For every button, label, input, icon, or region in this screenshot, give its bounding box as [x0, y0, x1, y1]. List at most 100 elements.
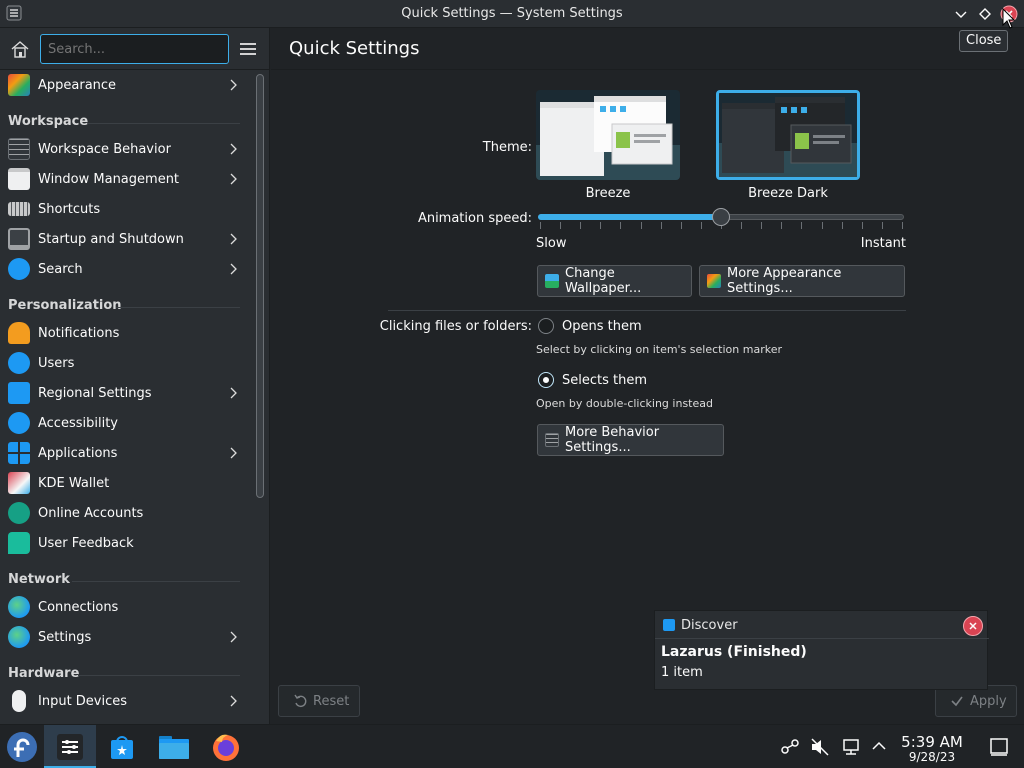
minimize-button[interactable] [952, 5, 970, 23]
more-appearance-settings-button[interactable]: More Appearance Settings... [699, 265, 905, 297]
slider-tick [660, 222, 662, 229]
keyboard-icon [8, 202, 30, 216]
workspace-behavior-icon [545, 433, 559, 447]
wired-network-icon[interactable] [842, 738, 862, 756]
selects-them-label: Selects them [562, 373, 648, 388]
button-label: More Appearance Settings... [727, 266, 842, 296]
search-icon [8, 258, 30, 280]
sidebar-item-connections[interactable]: Connections [0, 592, 250, 622]
sidebar-item-label: Appearance [38, 77, 117, 93]
theme-breeze-card[interactable] [536, 90, 680, 180]
chevron-down-icon [955, 11, 967, 18]
chevron-right-icon [230, 631, 237, 643]
sidebar-item-workspace-behavior[interactable]: Workspace Behavior [0, 134, 250, 164]
section-personalization: Personalization [8, 298, 240, 313]
slider-tick [841, 222, 843, 229]
sidebar-item-input-devices[interactable]: Input Devices [0, 686, 250, 716]
reset-button[interactable]: Reset [278, 685, 360, 717]
bell-icon [8, 322, 30, 344]
theme-breeze-label: Breeze [585, 186, 631, 201]
clock-time[interactable]: 5:39 AM [892, 733, 972, 751]
clock-date[interactable]: 9/28/23 [892, 750, 972, 764]
sidebar-item-label: Accessibility [38, 415, 118, 431]
button-label: Apply [970, 693, 1007, 709]
sidebar-item-label: Window Management [38, 171, 180, 187]
sidebar-item-shortcuts[interactable]: Shortcuts [0, 194, 250, 224]
theme-breeze-dark-card[interactable] [716, 90, 860, 180]
chevron-right-icon [230, 233, 237, 245]
chevron-up-icon[interactable] [872, 740, 886, 752]
notification-title: Lazarus (Finished) [661, 644, 807, 660]
radio-selects-them[interactable] [538, 372, 554, 388]
sidebar-scrollbar[interactable] [256, 74, 264, 498]
sidebar-item-online-accounts[interactable]: Online Accounts [0, 498, 250, 528]
sidebar-item-label: KDE Wallet [38, 475, 110, 491]
home-icon[interactable] [10, 39, 30, 59]
discover-icon [663, 619, 675, 631]
sidebar-item-label: Applications [38, 445, 118, 461]
discover-store-icon[interactable] [108, 733, 136, 761]
sidebar-item-notifications[interactable]: Notifications [0, 318, 250, 348]
sidebar-item-window-management[interactable]: Window Management [0, 164, 250, 194]
feedback-icon [8, 532, 30, 554]
slider-tick [620, 222, 622, 229]
button-label: Reset [313, 693, 350, 709]
button-label: Change Wallpaper... [565, 266, 642, 296]
search-input[interactable] [40, 34, 229, 64]
regional-icon [8, 382, 30, 404]
sidebar-item-applications[interactable]: Applications [0, 438, 250, 468]
window-management-icon [8, 168, 30, 190]
sidebar-item-appearance[interactable]: Appearance [0, 70, 250, 100]
sidebar-item-kde-wallet[interactable]: KDE Wallet [0, 468, 250, 498]
sidebar-item-users[interactable]: Users [0, 348, 250, 378]
hamburger-menu-icon[interactable] [239, 40, 257, 58]
taskbar: 5:39 AM 9/28/23 [0, 724, 1024, 768]
slider-tick [881, 222, 883, 229]
sidebar-item-startup[interactable]: Startup and Shutdown [0, 224, 250, 254]
button-label: More Behavior Settings... [565, 425, 660, 455]
sidebar-item-network-settings[interactable]: Settings [0, 622, 250, 652]
animation-speed-fill [538, 214, 721, 220]
slider-tick [821, 222, 823, 229]
more-behavior-settings-button[interactable]: More Behavior Settings... [537, 424, 724, 456]
slider-min-label: Slow [536, 236, 567, 251]
breeze-thumbnail [536, 90, 680, 180]
sidebar-item-regional-settings[interactable]: Regional Settings [0, 378, 250, 408]
volume-muted-icon[interactable] [810, 738, 830, 756]
clicking-files-label: Clicking files or folders: [379, 319, 532, 334]
show-desktop-icon[interactable] [990, 738, 1008, 756]
notification-body: 1 item [661, 665, 703, 680]
slider-tick [801, 222, 803, 229]
appearance-icon [8, 74, 30, 96]
slider-max-label: Instant [860, 236, 906, 251]
animation-speed-handle[interactable] [712, 208, 730, 226]
sidebar-item-accessibility[interactable]: Accessibility [0, 408, 250, 438]
network-activity-icon[interactable] [780, 738, 800, 756]
theme-label: Theme: [482, 140, 532, 155]
slider-tick [781, 222, 783, 229]
slider-tick [761, 222, 763, 229]
sidebar-item-search[interactable]: Search [0, 254, 250, 284]
sidebar-item-user-feedback[interactable]: User Feedback [0, 528, 250, 558]
firefox-icon[interactable] [210, 731, 242, 763]
section-hardware: Hardware [8, 666, 240, 681]
window-title: Quick Settings — System Settings [401, 6, 623, 21]
task-system-settings[interactable] [44, 725, 96, 768]
sidebar-item-label: Input Devices [38, 693, 128, 709]
radio-opens-them[interactable] [538, 318, 554, 334]
maximize-button[interactable] [976, 5, 994, 23]
slider-tick [600, 222, 602, 229]
chevron-right-icon [230, 143, 237, 155]
notification-popup[interactable]: Discover Lazarus (Finished) 1 item [654, 610, 989, 690]
fedora-launcher-icon[interactable] [6, 731, 38, 763]
sidebar-header [0, 28, 269, 70]
sidebar-item-label: Search [38, 261, 83, 277]
globe-icon [8, 596, 30, 618]
sidebar-item-label: Users [38, 355, 75, 371]
slider-tick [640, 222, 642, 229]
change-wallpaper-button[interactable]: Change Wallpaper... [537, 265, 692, 297]
users-icon [8, 352, 30, 374]
file-manager-icon[interactable] [158, 733, 190, 761]
chevron-right-icon [230, 173, 237, 185]
notification-close-button[interactable] [963, 616, 983, 636]
